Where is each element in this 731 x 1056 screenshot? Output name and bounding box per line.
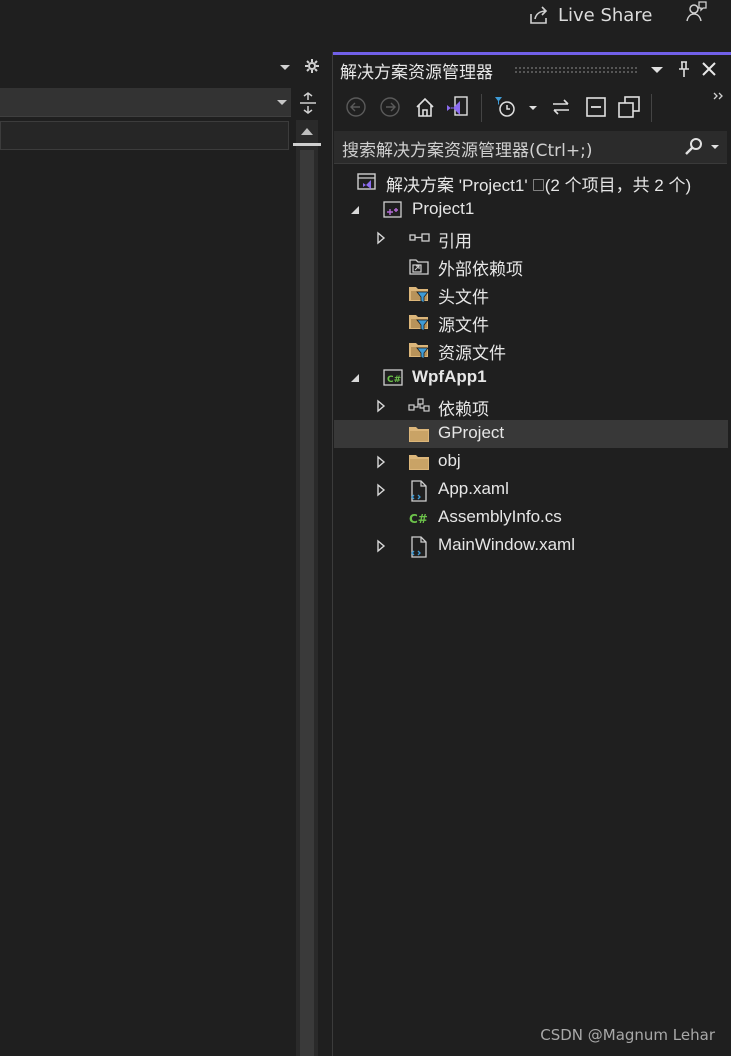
tree-item-label: MainWindow.xaml xyxy=(438,535,575,554)
tree-item[interactable]: 资源文件 xyxy=(334,336,728,364)
csharp-project-icon: C# xyxy=(382,368,404,388)
tree-item[interactable]: C# AssemblyInfo.cs xyxy=(334,504,728,532)
csharp-file-icon: C# xyxy=(408,508,430,528)
watermark: CSDN @Magnum Lehar xyxy=(540,1026,715,1044)
search-placeholder: 搜索解决方案资源管理器(Ctrl+;) xyxy=(342,141,593,161)
toolbar-overflow-icon[interactable] xyxy=(713,92,725,100)
live-share-label: Live Share xyxy=(558,4,653,26)
folder-icon xyxy=(408,424,430,444)
solution-explorer-toolbar xyxy=(333,86,731,130)
feedback-icon[interactable] xyxy=(684,0,708,24)
svg-text:C#: C# xyxy=(409,512,428,526)
tree-item-label: 引用 xyxy=(438,232,472,251)
show-all-files-icon[interactable] xyxy=(617,95,641,119)
tree-item-label: App.xaml xyxy=(438,479,509,498)
tree-item-label: GProject xyxy=(438,423,505,442)
folder-icon xyxy=(408,452,430,472)
forward-icon[interactable] xyxy=(379,96,401,118)
tree-item-label: 依赖项 xyxy=(438,400,489,419)
scroll-splitter[interactable] xyxy=(293,143,321,146)
collapse-all-icon[interactable] xyxy=(584,95,608,119)
editor-header xyxy=(0,56,332,84)
chevron-down-icon[interactable] xyxy=(528,103,538,113)
scrollbar-thumb[interactable] xyxy=(300,150,314,1056)
chevron-down-icon[interactable] xyxy=(278,60,292,74)
tree-item[interactable]: 依赖项 xyxy=(334,392,728,420)
gear-icon[interactable] xyxy=(304,58,320,74)
chevron-down-icon xyxy=(276,96,288,108)
scroll-up-icon[interactable] xyxy=(300,126,314,136)
pin-icon[interactable] xyxy=(676,60,692,78)
panel-title: 解决方案资源管理器 xyxy=(340,63,493,83)
tree-item[interactable]: Project1 xyxy=(334,196,728,224)
share-icon xyxy=(528,4,550,26)
filter-folder-icon xyxy=(408,340,430,360)
editor-area xyxy=(0,50,332,1056)
tree-item-label: WpfApp1 xyxy=(412,367,487,386)
tree-item[interactable]: 解决方案 'Project1' 🗆(2 个项目，共 2 个) xyxy=(334,168,728,196)
tree-item[interactable]: C# WpfApp1 xyxy=(334,364,728,392)
navigation-dropdown[interactable] xyxy=(0,88,291,117)
solution-icon xyxy=(356,172,378,192)
collapsed-arrow-icon[interactable] xyxy=(374,455,388,469)
xaml-file-icon xyxy=(408,480,430,502)
tree-item-label: 头文件 xyxy=(438,288,489,307)
collapsed-arrow-icon[interactable] xyxy=(374,231,388,245)
tree-item-label: obj xyxy=(438,451,461,470)
editor-input[interactable] xyxy=(0,121,289,150)
toolbar-separator xyxy=(481,94,482,122)
tree-item[interactable]: 引用 xyxy=(334,224,728,252)
chevron-down-icon[interactable] xyxy=(710,142,720,152)
cpp-project-icon xyxy=(382,200,404,220)
tree-item[interactable]: obj xyxy=(334,448,728,476)
close-icon[interactable] xyxy=(701,61,717,77)
filter-folder-icon xyxy=(408,284,430,304)
expanded-arrow-icon[interactable] xyxy=(348,371,362,385)
collapsed-arrow-icon[interactable] xyxy=(374,539,388,553)
svg-text:C#: C# xyxy=(387,375,401,385)
external-deps-icon xyxy=(408,256,430,276)
panel-drag-handle[interactable] xyxy=(514,66,638,75)
collapsed-arrow-icon[interactable] xyxy=(374,483,388,497)
tree-item[interactable]: 源文件 xyxy=(334,308,728,336)
live-share-button[interactable]: Live Share xyxy=(528,2,652,28)
expanded-arrow-icon[interactable] xyxy=(348,203,362,217)
dependencies-icon xyxy=(408,396,430,416)
tree-item-label: 外部依赖项 xyxy=(438,260,523,279)
tree-item-label: Project1 xyxy=(412,199,475,218)
home-icon[interactable] xyxy=(414,96,436,118)
split-editor-icon[interactable] xyxy=(298,92,318,114)
chevron-down-icon[interactable] xyxy=(650,63,664,77)
pending-changes-filter-icon[interactable] xyxy=(493,95,517,119)
tree-item[interactable]: App.xaml xyxy=(334,476,728,504)
toolbar-separator xyxy=(651,94,652,122)
tree-item[interactable]: MainWindow.xaml xyxy=(334,532,728,560)
back-icon[interactable] xyxy=(345,96,367,118)
sync-with-active-document-icon[interactable] xyxy=(550,97,572,117)
filter-folder-icon xyxy=(408,312,430,332)
collapsed-arrow-icon[interactable] xyxy=(374,399,388,413)
search-icon[interactable] xyxy=(684,137,704,157)
tree-item-label: AssemblyInfo.cs xyxy=(438,507,562,526)
tree-item-label: 源文件 xyxy=(438,316,489,335)
tree-item-label: 资源文件 xyxy=(438,344,506,363)
tree-item[interactable]: GProject xyxy=(334,420,728,448)
tree-item[interactable]: 头文件 xyxy=(334,280,728,308)
xaml-file-icon xyxy=(408,536,430,558)
switch-views-icon[interactable] xyxy=(445,95,471,119)
tree-item[interactable]: 外部依赖项 xyxy=(334,252,728,280)
references-icon xyxy=(408,228,430,248)
